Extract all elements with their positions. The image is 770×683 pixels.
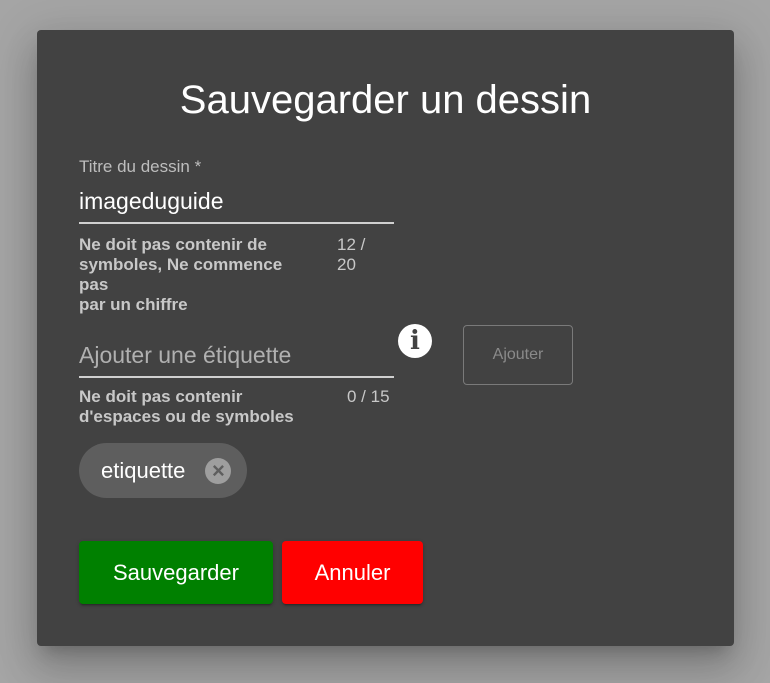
hint-line: symboles, Ne commence [79, 255, 283, 274]
drawing-title-underline [79, 222, 394, 224]
drawing-title-hint: Ne doit pas contenir de symboles, Ne com… [79, 235, 282, 315]
tag-hint: Ne doit pas contenir d'espaces ou de sym… [79, 387, 294, 427]
hint-line: Ne doit pas contenir de [79, 235, 267, 254]
add-tag-button[interactable]: Ajouter [463, 325, 573, 385]
tag-input[interactable] [79, 340, 394, 370]
drawing-title-counter: 12 / 20 [337, 235, 365, 275]
tag-chip-label: etiquette [101, 457, 186, 483]
counter-line: 12 / [337, 235, 366, 254]
drawing-title-label: Titre du dessin * [79, 157, 202, 176]
hint-line: pas [79, 275, 109, 294]
dialog-title: Sauvegarder un dessin [179, 78, 592, 122]
tag-chip: etiquette × [79, 443, 248, 498]
drawing-title-input[interactable] [79, 186, 394, 216]
tag-field: Ne doit pas contenir d'espaces ou de sym… [79, 336, 394, 431]
tag-counter: 0 / 15 [347, 387, 390, 406]
hint-line: par un chiffre [79, 295, 188, 314]
info-icon[interactable]: i [398, 324, 432, 358]
save-drawing-dialog: Sauvegarder un dessin Titre du dessin * … [37, 30, 734, 646]
cancel-button[interactable]: Annuler [282, 541, 423, 604]
hint-line: d'espaces ou de symboles [79, 407, 294, 426]
hint-line: Ne doit pas contenir [79, 387, 243, 406]
tag-underline [79, 376, 394, 378]
save-button[interactable]: Sauvegarder [79, 541, 273, 604]
counter-line: 20 [337, 255, 356, 274]
drawing-title-field: Titre du dessin * Ne doit pas contenir d… [79, 157, 394, 317]
cancel-icon[interactable]: × [205, 457, 232, 484]
